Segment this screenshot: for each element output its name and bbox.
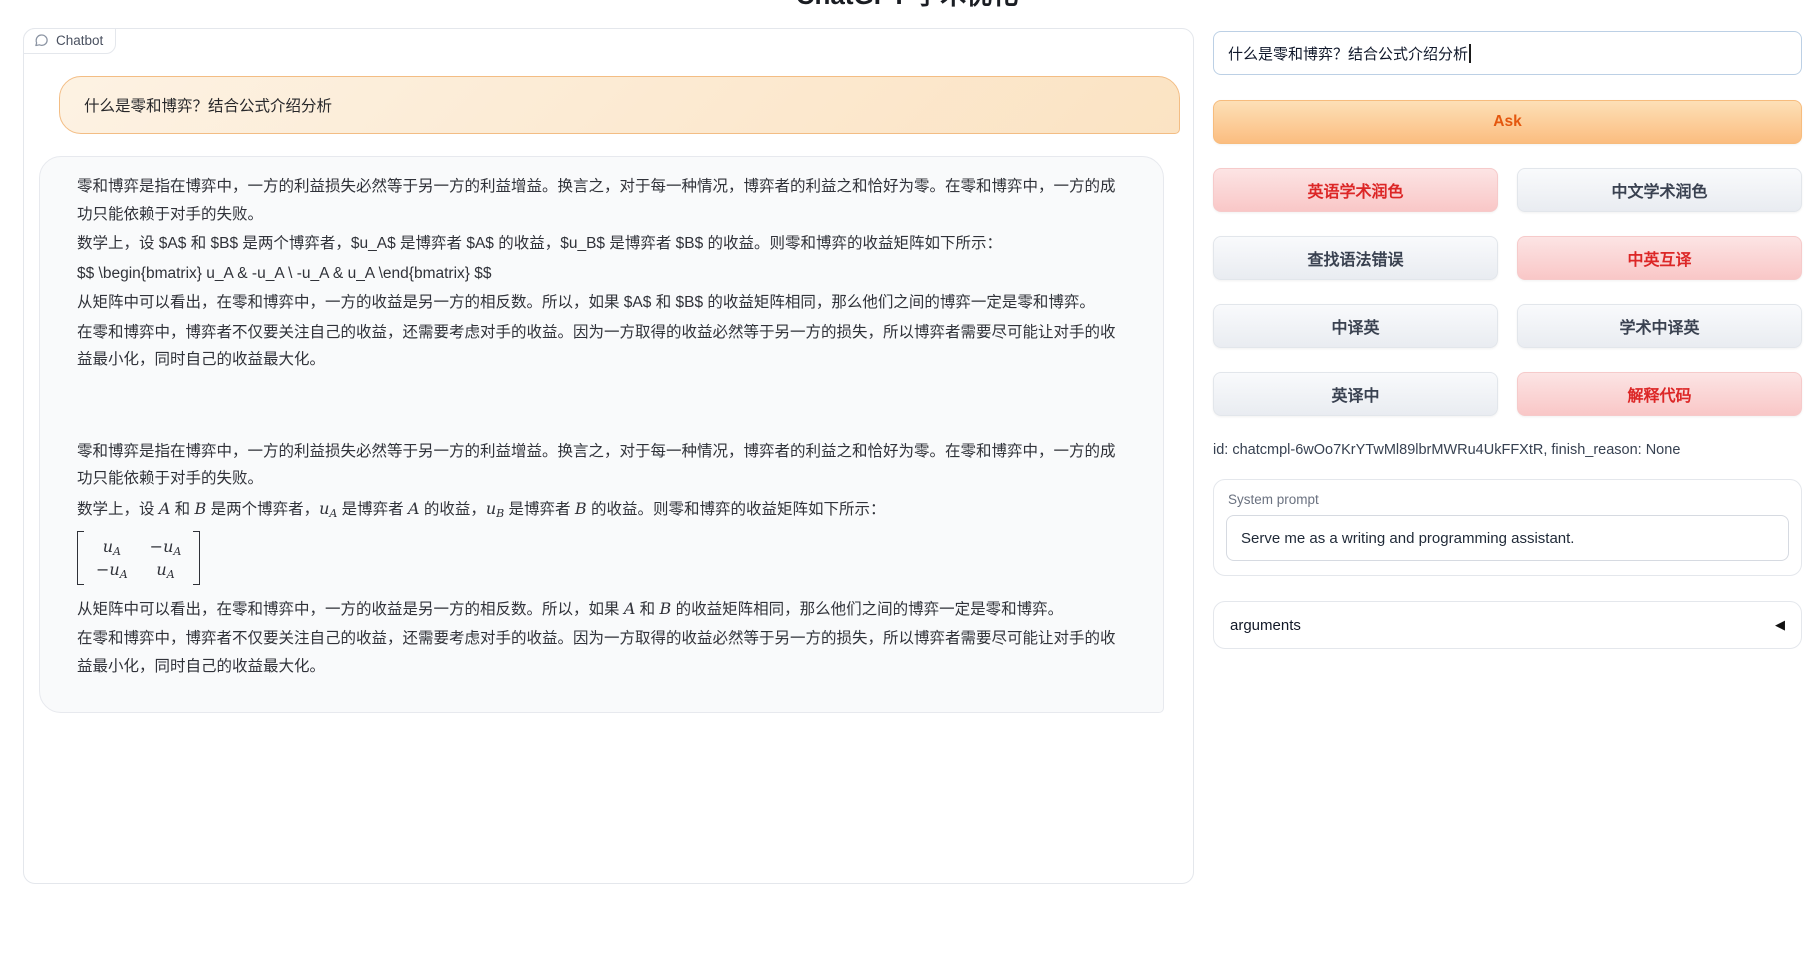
quick-button-zh-to-en[interactable]: 中译英 bbox=[1213, 304, 1498, 348]
matrix-cell: −uA bbox=[150, 535, 182, 558]
quick-button-zh-en-mutual-translate[interactable]: 中英互译 bbox=[1517, 236, 1802, 280]
chatbot-panel: Chatbot 什么是零和博弈？结合公式介绍分析 零和博弈是指在博弈中，一方的利… bbox=[23, 28, 1194, 884]
bot-rendered-line-math: 数学上，设 A 和 B 是两个博弈者，uA 是博弈者 A 的收益，uB 是博弈者… bbox=[77, 495, 1129, 524]
completion-status-line: id: chatcmpl-6wOo7KrYTwMl89lbrMWRu4UkFFX… bbox=[1213, 442, 1802, 458]
bot-rendered-line-math: 从矩阵中可以看出，在零和博弈中，一方的收益是另一方的相反数。所以，如果 A 和 … bbox=[77, 595, 1129, 624]
paragraph-gap bbox=[77, 376, 1129, 438]
chat-bubble-icon bbox=[34, 33, 49, 48]
user-message-text: 什么是零和博弈？结合公式介绍分析 bbox=[84, 98, 332, 115]
chat-messages: 什么是零和博弈？结合公式介绍分析 零和博弈是指在博弈中，一方的利益损失必然等于另… bbox=[24, 29, 1193, 713]
bot-rendered-line: 在零和博弈中，博弈者不仅要关注自己的收益，还需要考虑对手的收益。因为一方取得的收… bbox=[77, 625, 1129, 680]
text-cursor bbox=[1469, 44, 1471, 63]
bot-rendered-line: 零和博弈是指在博弈中，一方的利益损失必然等于另一方的利益增益。换言之，对于每一种… bbox=[77, 438, 1129, 493]
quick-button-find-grammar-errors[interactable]: 查找语法错误 bbox=[1213, 236, 1498, 280]
system-prompt-input[interactable]: Serve me as a writing and programming as… bbox=[1226, 515, 1789, 561]
question-input-value: 什么是零和博弈？结合公式介绍分析 bbox=[1228, 43, 1468, 64]
bot-raw-line: 数学上，设 $A$ 和 $B$ 是两个博弈者，$u_A$ 是博弈者 $A$ 的收… bbox=[77, 230, 1129, 258]
matrix-right-bracket bbox=[193, 531, 200, 585]
bot-raw-line: 零和博弈是指在博弈中，一方的利益损失必然等于另一方的利益增益。换言之，对于每一种… bbox=[77, 173, 1129, 228]
system-prompt-label: System prompt bbox=[1228, 492, 1789, 507]
user-message-bubble: 什么是零和博弈？结合公式介绍分析 bbox=[59, 76, 1180, 134]
bot-raw-latex-formula: $$ \begin{bmatrix} u_A & -u_A \ -u_A & u… bbox=[77, 260, 1129, 288]
main-layout: Chatbot 什么是零和博弈？结合公式介绍分析 零和博弈是指在博弈中，一方的利… bbox=[0, 14, 1814, 884]
arguments-accordion-header[interactable]: arguments ◀ bbox=[1213, 601, 1802, 649]
question-input[interactable]: 什么是零和博弈？结合公式介绍分析 bbox=[1213, 31, 1802, 75]
matrix-cells: uA −uA −uA uA bbox=[84, 531, 193, 585]
quick-button-academic-zh-to-en[interactable]: 学术中译英 bbox=[1517, 304, 1802, 348]
collapse-arrow-icon: ◀ bbox=[1775, 617, 1785, 633]
chatbot-label-text: Chatbot bbox=[56, 33, 103, 48]
bot-raw-line: 在零和博弈中，博弈者不仅要关注自己的收益，还需要考虑对手的收益。因为一方取得的收… bbox=[77, 319, 1129, 374]
quick-button-english-academic-polish[interactable]: 英语学术润色 bbox=[1213, 168, 1498, 212]
ask-button[interactable]: Ask bbox=[1213, 100, 1802, 144]
payoff-matrix: uA −uA −uA uA bbox=[77, 531, 200, 585]
matrix-cell: uA bbox=[150, 558, 182, 581]
control-column: 什么是零和博弈？结合公式介绍分析 Ask 英语学术润色 中文学术润色 查找语法错… bbox=[1213, 14, 1802, 649]
matrix-cell: −uA bbox=[96, 558, 128, 581]
quick-action-grid: 英语学术润色 中文学术润色 查找语法错误 中英互译 中译英 学术中译英 英译中 … bbox=[1213, 168, 1802, 416]
matrix-cell: uA bbox=[96, 535, 128, 558]
bot-raw-line: 从矩阵中可以看出，在零和博弈中，一方的收益是另一方的相反数。所以，如果 $A$ … bbox=[77, 289, 1129, 317]
quick-button-explain-code[interactable]: 解释代码 bbox=[1517, 372, 1802, 416]
quick-button-en-to-zh[interactable]: 英译中 bbox=[1213, 372, 1498, 416]
system-prompt-value: Serve me as a writing and programming as… bbox=[1241, 530, 1574, 547]
bot-message-bubble: 零和博弈是指在博弈中，一方的利益损失必然等于另一方的利益增益。换言之，对于每一种… bbox=[39, 156, 1164, 713]
system-prompt-card: System prompt Serve me as a writing and … bbox=[1213, 479, 1802, 576]
matrix-left-bracket bbox=[77, 531, 84, 585]
chatbot-label: Chatbot bbox=[23, 28, 116, 54]
page-title: ChatGPT 学术优化 bbox=[796, 0, 1018, 14]
arguments-accordion-label: arguments bbox=[1230, 617, 1301, 634]
page-title-strip: ChatGPT 学术优化 bbox=[0, 0, 1814, 14]
quick-button-chinese-academic-polish[interactable]: 中文学术润色 bbox=[1517, 168, 1802, 212]
